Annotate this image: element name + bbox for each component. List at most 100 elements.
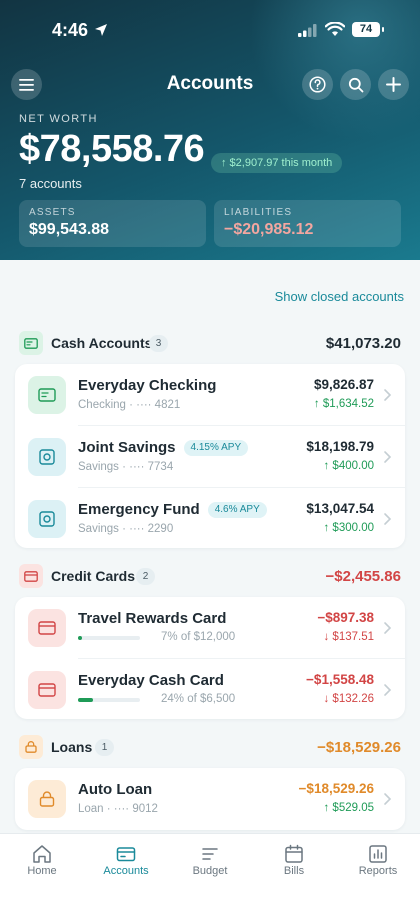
- section-total: $41,073.20: [325, 335, 401, 352]
- liabilities-label: LIABILITIES: [224, 207, 293, 218]
- credit-card-icon: [19, 564, 43, 588]
- utilization-text: 7% of $12,000: [161, 631, 236, 643]
- chevron-right-icon: [384, 622, 392, 634]
- assets-value: $99,543.88: [29, 221, 110, 238]
- accounts-count: 7 accounts: [19, 176, 82, 191]
- section-header-loans[interactable]: Loans 1 −$18,529.26: [19, 735, 401, 761]
- account-name: Everyday Checking: [78, 377, 217, 394]
- header-hero: 4:46 74 Accounts NET WORTH $78,558.76 ↑ …: [0, 0, 420, 260]
- chevron-right-icon: [384, 513, 392, 525]
- chevron-right-icon: [384, 451, 392, 463]
- chevron-right-icon: [384, 684, 392, 696]
- account-balance: $13,047.54: [306, 501, 374, 516]
- account-subtitle: Savings · ···· 7734: [78, 461, 174, 473]
- tab-label: Bills: [283, 865, 305, 877]
- assets-card[interactable]: ASSETS $99,543.88: [19, 200, 206, 247]
- battery-indicator: 74: [352, 22, 384, 37]
- account-name: Everyday Cash Card: [78, 672, 224, 689]
- section-count: 1: [95, 739, 114, 756]
- account-balance: $18,198.79: [306, 439, 374, 454]
- account-balance: $9,826.87: [313, 377, 374, 392]
- account-change: ↓ $137.51: [323, 631, 374, 643]
- account-subtitle: Loan · ···· 9012: [78, 803, 158, 815]
- help-button[interactable]: [302, 69, 333, 100]
- section-header-cash[interactable]: Cash Accounts 3 $41,073.20: [19, 331, 401, 357]
- search-icon: [348, 77, 363, 92]
- account-balance: −$1,558.48: [306, 672, 374, 687]
- utilization-bar: [78, 698, 140, 702]
- safe-icon: [28, 438, 66, 476]
- utilization-text: 24% of $6,500: [161, 693, 236, 705]
- cash-icon: [19, 331, 43, 355]
- net-worth-value: $78,558.76: [19, 128, 205, 170]
- card-icon: [116, 847, 136, 862]
- net-worth-label: NET WORTH: [19, 113, 98, 125]
- utilization-fill: [78, 636, 83, 640]
- tab-label: Reports: [358, 865, 398, 877]
- account-subtitle: Savings · ···· 2290: [78, 523, 174, 535]
- credit-card-icon: [28, 671, 66, 709]
- section-count: 3: [149, 335, 168, 352]
- account-name-wrap: Joint Savings 4.15% APY: [78, 439, 249, 456]
- plus-icon: [386, 77, 401, 92]
- account-row[interactable]: Joint Savings 4.15% APY Savings · ···· 77…: [15, 426, 405, 488]
- safe-icon: [28, 500, 66, 538]
- section-title: Loans: [51, 739, 93, 755]
- show-closed-accounts-link[interactable]: Show closed accounts: [275, 289, 404, 304]
- status-bar: 4:46 74: [0, 18, 420, 46]
- liabilities-value: −$20,985.12: [224, 221, 314, 238]
- section-title: Cash Accounts: [51, 335, 153, 351]
- account-row[interactable]: Everyday Checking Checking · ···· 4821 $…: [15, 364, 405, 426]
- account-change: ↑ $300.00: [323, 522, 374, 534]
- account-change: ↑ $529.05: [323, 802, 374, 814]
- help-icon: [309, 76, 326, 93]
- tab-label: Home: [27, 865, 57, 877]
- apy-badge: 4.15% APY: [183, 440, 249, 456]
- apy-badge: 4.6% APY: [207, 502, 267, 518]
- home-icon: [33, 845, 51, 863]
- lock-icon: [28, 780, 66, 818]
- cash-accounts-card: Everyday Checking Checking · ···· 4821 $…: [15, 364, 405, 548]
- section-total: −$2,455.86: [325, 568, 402, 585]
- chevron-right-icon: [384, 793, 392, 805]
- lock-icon: [19, 735, 43, 759]
- tab-bar: Home Accounts Budget Bills Reports: [0, 833, 420, 913]
- utilization-bar: [78, 636, 140, 640]
- account-row[interactable]: Travel Rewards Card 7% of $12,000 −$897.…: [15, 597, 405, 659]
- account-balance: −$18,529.26: [298, 781, 374, 796]
- section-title: Credit Cards: [51, 568, 136, 584]
- status-time: 4:46: [52, 20, 89, 40]
- location-arrow-icon: [95, 24, 107, 36]
- section-count: 2: [136, 568, 155, 585]
- chart-icon: [369, 845, 387, 863]
- account-name: Joint Savings: [78, 439, 176, 456]
- account-balance: −$897.38: [317, 610, 374, 625]
- wifi-icon: [325, 22, 345, 36]
- account-change: ↑ $400.00: [323, 460, 374, 472]
- utilization-fill: [78, 698, 93, 702]
- net-worth-change-badge: ↑ $2,907.97 this month: [211, 153, 343, 173]
- section-total: −$18,529.26: [317, 739, 401, 756]
- wallet-icon: [28, 376, 66, 414]
- section-header-credit[interactable]: Credit Cards 2 −$2,455.86: [19, 564, 401, 590]
- credit-card-icon: [28, 609, 66, 647]
- account-name: Emergency Fund: [78, 501, 200, 518]
- account-subtitle: Checking · ···· 4821: [78, 399, 181, 411]
- search-button[interactable]: [340, 69, 371, 100]
- signal-icon: [298, 24, 317, 37]
- account-name: Travel Rewards Card: [78, 610, 227, 627]
- budget-icon: [202, 848, 218, 860]
- account-name-wrap: Emergency Fund 4.6% APY: [78, 501, 267, 518]
- tab-label: Budget: [192, 865, 228, 877]
- account-change: ↓ $132.26: [323, 693, 374, 705]
- assets-label: ASSETS: [29, 207, 76, 218]
- account-row[interactable]: Everyday Cash Card 24% of $6,500 −$1,558…: [15, 659, 405, 721]
- account-row[interactable]: Emergency Fund 4.6% APY Savings · ···· 22…: [15, 488, 405, 550]
- credit-cards-card: Travel Rewards Card 7% of $12,000 −$897.…: [15, 597, 405, 719]
- account-name: Auto Loan: [78, 781, 153, 798]
- add-account-button[interactable]: [378, 69, 409, 100]
- account-change: ↑ $1,634.52: [313, 398, 374, 410]
- chevron-right-icon: [384, 389, 392, 401]
- account-row[interactable]: Auto Loan Loan · ···· 9012 −$18,529.26 ↑…: [15, 768, 405, 830]
- liabilities-card[interactable]: LIABILITIES −$20,985.12: [214, 200, 401, 247]
